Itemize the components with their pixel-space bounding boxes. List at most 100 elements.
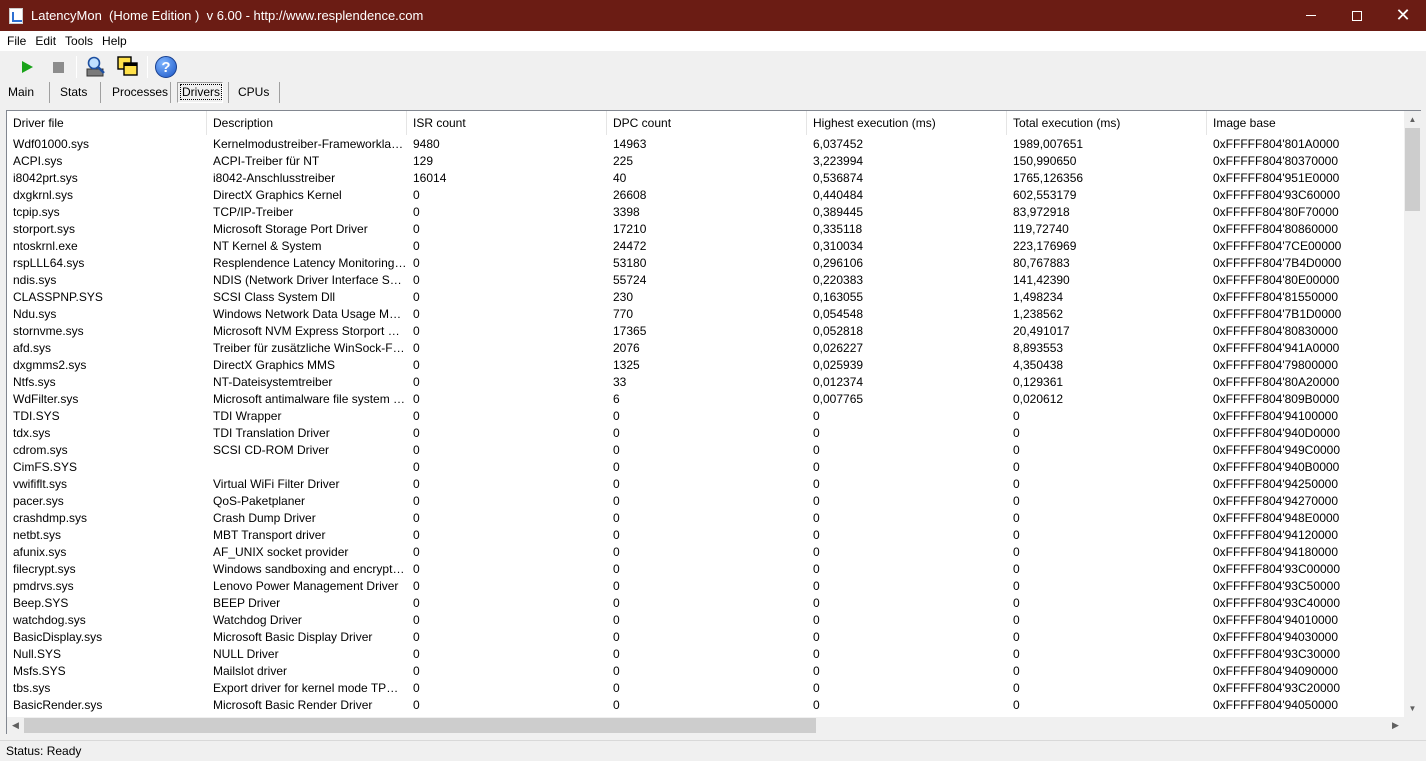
table-row[interactable]: watchdog.sys Watchdog Driver 0 0 0 0 0xFFFFF80… [7,612,1405,629]
help-button[interactable]: ? [153,54,179,80]
table-row[interactable]: Msfs.SYS Mailslot driver 0 0 0 0 0xFFFFF804'94… [7,663,1405,680]
table-row[interactable]: afd.sys Treiber für zusätzliche WinSock-F… [7,340,1405,357]
window-title: LatencyMon (Home Edition ) v 6.00 - http… [31,8,424,23]
column-header-dpc-count[interactable]: DPC count [607,111,807,135]
windows-button[interactable] [115,54,141,80]
find-button[interactable] [83,54,109,80]
scroll-down-arrow-icon[interactable]: ▼ [1404,700,1421,717]
table-row[interactable]: Wdf01000.sys Kernelmodustreiber-Framework… [7,136,1405,153]
table-row[interactable]: CLASSPNP.SYS SCSI Class System Dll 0 230 0,1… [7,289,1405,306]
cell-description: NT Kernel & System [213,239,322,253]
cell-highest-execution: 0 [813,494,820,508]
cell-image-base: 0xFFFFF804'94090000 [1213,664,1339,678]
table-row[interactable]: rspLLL64.sys Resplendence Latency Monitor… [7,255,1405,272]
column-header-total-execution[interactable]: Total execution (ms) [1007,111,1207,135]
column-header-description[interactable]: Description [207,111,407,135]
cell-driver-file: afd.sys [13,341,52,355]
cell-isr-count: 0 [413,477,420,491]
cell-description: NULL Driver [213,647,279,661]
table-row[interactable]: dxgmms2.sys DirectX Graphics MMS 0 1325 0,02… [7,357,1405,374]
maximize-button[interactable] [1334,0,1380,31]
horizontal-scroll-thumb[interactable] [24,718,816,733]
cell-driver-file: stornvme.sys [13,324,84,338]
table-row[interactable]: stornvme.sys Microsoft NVM Express Storpo… [7,323,1405,340]
table-row[interactable]: afunix.sys AF_UNIX socket provider 0 0 0 0 0xF… [7,544,1405,561]
table-row[interactable]: BasicRender.sys Microsoft Basic Render Dr… [7,697,1405,714]
horizontal-scrollbar[interactable]: ◀ ▶ [7,717,1404,734]
table-row[interactable]: i8042prt.sys i8042-Anschlusstreiber 16014 4… [7,170,1405,187]
cell-description: TDI Translation Driver [213,426,330,440]
cell-description: NT-Dateisystemtreiber [213,375,333,389]
app-icon[interactable] [9,7,23,24]
close-button[interactable]: ✕ [1380,0,1426,31]
tab-drivers[interactable]: Drivers [177,82,223,103]
table-row[interactable]: WdFilter.sys Microsoft antimalware file s… [7,391,1405,408]
menu-help[interactable]: Help [102,34,127,48]
table-row[interactable]: filecrypt.sys Windows sandboxing and encr… [7,561,1405,578]
cell-image-base: 0xFFFFF804'809B0000 [1213,392,1340,406]
menu-tools[interactable]: Tools [65,34,93,48]
table-row[interactable]: crashdmp.sys Crash Dump Driver 0 0 0 0 0xFFFFF… [7,510,1405,527]
start-button[interactable] [14,54,40,80]
cell-highest-execution: 0,335118 [813,222,863,236]
cell-dpc-count: 3398 [613,205,640,219]
cell-driver-file: pacer.sys [13,494,64,508]
table-row[interactable]: cdrom.sys SCSI CD-ROM Driver 0 0 0 0 0xFFFFF80… [7,442,1405,459]
table-row[interactable]: Ndu.sys Windows Network Data Usage Monit.… [7,306,1405,323]
table-row[interactable]: dxgkrnl.sys DirectX Graphics Kernel 0 26608… [7,187,1405,204]
menu-edit[interactable]: Edit [35,34,56,48]
table-row[interactable]: pmdrvs.sys Lenovo Power Management Driver… [7,578,1405,595]
tab-main[interactable]: Main [8,82,34,103]
tab-stats[interactable]: Stats [60,82,87,103]
vertical-scrollbar[interactable]: ▲ ▼ [1404,111,1421,717]
cell-description: Microsoft Storage Port Driver [213,222,368,236]
toolbar-separator [76,56,77,78]
tab-processes[interactable]: Processes [112,82,168,103]
cell-description: MBT Transport driver [213,528,326,542]
cell-highest-execution: 0,054548 [813,307,864,321]
table-row[interactable]: tbs.sys Export driver for kernel mode TPM… [7,680,1405,697]
stop-button[interactable] [45,54,71,80]
cell-total-execution: 20,491017 [1013,324,1070,338]
table-row[interactable]: ndis.sys NDIS (Network Driver Interface S… [7,272,1405,289]
table-row[interactable]: Beep.SYS BEEP Driver 0 0 0 0 0xFFFFF804'93C400… [7,595,1405,612]
column-header-image-base[interactable]: Image base [1207,111,1405,135]
table-row[interactable]: vwififlt.sys Virtual WiFi Filter Driver 0 0… [7,476,1405,493]
minimize-button[interactable] [1288,0,1334,31]
table-row[interactable]: netbt.sys MBT Transport driver 0 0 0 0 0xFFFFF… [7,527,1405,544]
menu-file[interactable]: File [7,34,26,48]
cell-total-execution: 0 [1013,511,1020,525]
cell-image-base: 0xFFFFF804'94050000 [1213,698,1339,712]
scroll-left-arrow-icon[interactable]: ◀ [7,717,24,734]
tab-cpus[interactable]: CPUs [238,82,269,103]
cell-dpc-count: 17210 [613,222,647,236]
cell-driver-file: Beep.SYS [13,596,69,610]
table-row[interactable]: BasicDisplay.sys Microsoft Basic Display … [7,629,1405,646]
table-row[interactable]: pacer.sys QoS-Paketplaner 0 0 0 0 0xFFFFF804'9… [7,493,1405,510]
cell-isr-count: 0 [413,222,420,236]
vertical-scroll-thumb[interactable] [1405,128,1420,211]
table-row[interactable]: ACPI.sys ACPI-Treiber für NT 129 225 3,22399… [7,153,1405,170]
column-header-driver-file[interactable]: Driver file [7,111,207,135]
table-row[interactable]: storport.sys Microsoft Storage Port Drive… [7,221,1405,238]
table-row[interactable]: Null.SYS NULL Driver 0 0 0 0 0xFFFFF804'93C300… [7,646,1405,663]
table-row[interactable]: TDI.SYS TDI Wrapper 0 0 0 0 0xFFFFF804'9410000… [7,408,1405,425]
table-row[interactable]: CimFS.SYS 0 0 0 0 0xFFFFF804'940B0000 [7,459,1405,476]
scroll-right-arrow-icon[interactable]: ▶ [1387,717,1404,734]
cell-dpc-count: 0 [613,647,620,661]
table-row[interactable]: tdx.sys TDI Translation Driver 0 0 0 0 0xFFFFF… [7,425,1405,442]
cell-image-base: 0xFFFFF804'941A0000 [1213,341,1340,355]
cell-highest-execution: 0 [813,613,820,627]
column-header-highest-execution[interactable]: Highest execution (ms) [807,111,1007,135]
scroll-up-arrow-icon[interactable]: ▲ [1404,111,1421,128]
cell-description: Virtual WiFi Filter Driver [213,477,340,491]
table-row[interactable]: tcpip.sys TCP/IP-Treiber 0 3398 0,389445 83,9… [7,204,1405,221]
drivers-list[interactable]: Driver file Description ISR count DPC co… [6,110,1421,734]
column-header-isr-count[interactable]: ISR count [407,111,607,135]
cell-isr-count: 0 [413,358,420,372]
cell-isr-count: 0 [413,647,420,661]
table-row[interactable]: Ntfs.sys NT-Dateisystemtreiber 0 33 0,012374… [7,374,1405,391]
cell-description [207,459,407,476]
cell-dpc-count: 53180 [613,256,647,270]
table-row[interactable]: ntoskrnl.exe NT Kernel & System 0 24472 0,31… [7,238,1405,255]
